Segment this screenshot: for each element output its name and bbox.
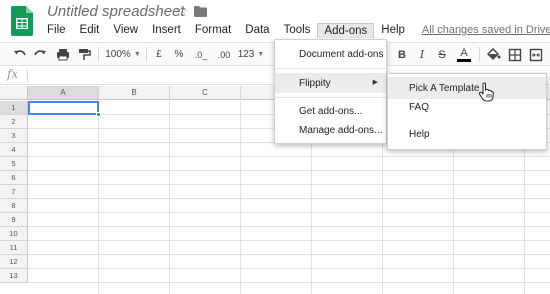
flippity-submenu: Pick A Template FAQ Help [387, 73, 547, 150]
more-formats-select[interactable]: 123 ▼ [236, 46, 266, 63]
print-icon[interactable] [55, 46, 71, 63]
bold-button[interactable]: B [396, 46, 408, 63]
increase-decimals-button[interactable]: .00 [213, 46, 235, 63]
app-header: Untitled spreadsheet ☆ File Edit View In… [0, 0, 550, 40]
hand-pointer-cursor-icon [478, 82, 494, 102]
formula-input[interactable] [32, 68, 272, 83]
menu-item-get-addons[interactable]: Get add-ons... [275, 101, 386, 121]
addons-dropdown-menu: Document add-ons Flippity ▶ Get add-ons.… [274, 39, 387, 144]
row-header-3[interactable]: 3 [0, 129, 28, 143]
paint-format-icon[interactable] [76, 46, 92, 63]
menu-item-help[interactable]: Help [388, 123, 546, 145]
menu-file[interactable]: File [40, 22, 73, 38]
sheets-logo-icon[interactable] [11, 6, 33, 36]
row-header-5[interactable]: 5 [0, 157, 28, 171]
chevron-down-icon: ▼ [257, 51, 265, 58]
fill-color-icon[interactable] [485, 46, 501, 63]
menu-help[interactable]: Help [374, 22, 412, 38]
menu-addons[interactable]: Add-ons [317, 22, 375, 38]
folder-icon[interactable] [194, 6, 207, 17]
row-header-9[interactable]: 9 [0, 213, 28, 227]
toolbar-divider [98, 47, 99, 62]
row-header-12[interactable]: 12 [0, 255, 28, 269]
menu-view[interactable]: View [106, 22, 145, 38]
menu-item-faq[interactable]: FAQ [388, 96, 546, 118]
fill-handle[interactable] [96, 112, 101, 117]
menu-tools[interactable]: Tools [277, 22, 318, 38]
fx-icon: fx [7, 67, 19, 81]
row-header-10[interactable]: 10 [0, 227, 28, 241]
row-header-2[interactable]: 2 [0, 115, 28, 129]
menu-format[interactable]: Format [188, 22, 238, 38]
document-title[interactable]: Untitled spreadsheet [47, 3, 185, 20]
formula-divider [27, 69, 28, 82]
menu-edit[interactable]: Edit [73, 22, 107, 38]
row-header-8[interactable]: 8 [0, 199, 28, 213]
toolbar-divider [479, 47, 480, 62]
text-color-button[interactable]: A [457, 46, 471, 62]
menu-bar: File Edit View Insert Format Data Tools … [40, 20, 550, 40]
row-header-7[interactable]: 7 [0, 185, 28, 199]
select-all-corner[interactable] [0, 86, 28, 100]
column-header-b[interactable]: B [99, 86, 170, 100]
row-header-6[interactable]: 6 [0, 171, 28, 185]
chevron-down-icon: ▼ [133, 51, 141, 58]
merge-cells-icon[interactable] [528, 46, 544, 63]
decrease-decimals-button[interactable]: .0_ [190, 46, 212, 63]
redo-icon[interactable] [32, 46, 48, 63]
row-header-4[interactable]: 4 [0, 143, 28, 157]
menu-divider [275, 97, 386, 98]
toolbar-divider [146, 47, 147, 62]
borders-icon[interactable] [507, 46, 523, 63]
save-status-link[interactable]: All changes saved in Drive [422, 24, 550, 36]
menu-item-document-addons[interactable]: Document add-ons [275, 44, 386, 64]
percent-format-button[interactable]: % [172, 46, 186, 63]
menu-insert[interactable]: Insert [145, 22, 188, 38]
menu-item-flippity[interactable]: Flippity ▶ [275, 73, 386, 93]
more-formats-label: 123 [237, 49, 255, 60]
column-header-c[interactable]: C [170, 86, 241, 100]
row-header-11[interactable]: 11 [0, 241, 28, 255]
row-header-13[interactable]: 13 [0, 269, 28, 283]
submenu-arrow-icon: ▶ [372, 79, 378, 86]
star-icon[interactable]: ☆ [175, 2, 188, 20]
italic-button[interactable]: I [416, 46, 428, 63]
column-header-a[interactable]: A [28, 86, 99, 100]
row-header-1[interactable]: 1 [0, 101, 28, 115]
zoom-value: 100% [105, 49, 131, 60]
strikethrough-button[interactable]: S [436, 46, 448, 63]
currency-format-button[interactable]: £ [152, 46, 166, 63]
menu-divider [275, 68, 386, 69]
menu-data[interactable]: Data [238, 22, 276, 38]
zoom-select[interactable]: 100% ▼ [104, 46, 142, 63]
selected-cell-a1[interactable] [28, 101, 99, 115]
flippity-label: Flippity [299, 77, 331, 89]
menu-item-manage-addons[interactable]: Manage add-ons... [275, 120, 386, 140]
undo-icon[interactable] [12, 46, 28, 63]
